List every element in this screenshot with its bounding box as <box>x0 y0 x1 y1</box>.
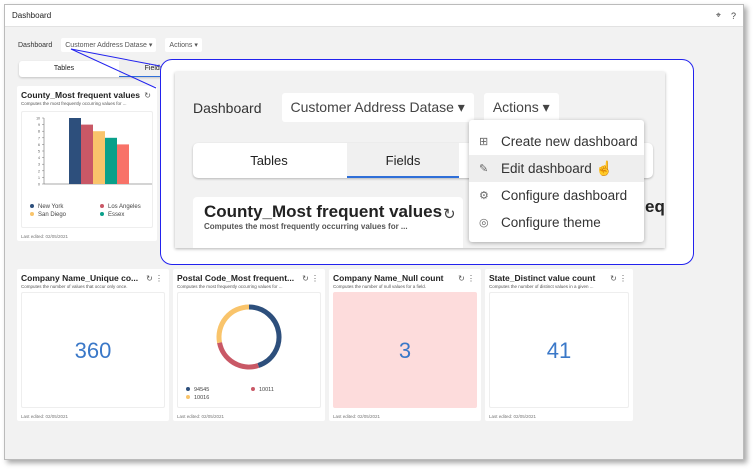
card-title: County_Most frequent values <box>204 202 443 221</box>
tab-fields[interactable]: Fields <box>347 143 459 178</box>
refresh-icon[interactable]: ↻ <box>443 205 456 223</box>
dataset-dropdown[interactable]: Customer Address Datase ▾ <box>281 93 474 122</box>
actions-menu: ⊞ Create new dashboard ✎ Edit dashboard ☝ ⚙… <box>469 120 644 242</box>
menu-item-configure-theme[interactable]: ◎ Configure theme <box>469 209 644 236</box>
hand-cursor-icon: ☝ <box>595 160 614 176</box>
gear-icon: ⚙ <box>479 190 489 202</box>
tab-tables[interactable]: Tables <box>213 143 325 178</box>
edit-icon: ✎ <box>479 163 489 175</box>
zoomed-county-card: County_Most frequent values Computes the… <box>193 197 463 248</box>
plus-square-icon: ⊞ <box>479 136 489 148</box>
menu-item-create-dashboard[interactable]: ⊞ Create new dashboard <box>469 128 644 155</box>
theme-icon: ◎ <box>479 217 489 229</box>
menu-item-edit-dashboard[interactable]: ✎ Edit dashboard ☝ <box>469 155 644 182</box>
dataset-value: Customer Address Datase <box>290 99 454 115</box>
actions-dropdown[interactable]: Actions ▾ <box>483 93 559 122</box>
zoomed-toolbar: Dashboard Customer Address Datase ▾ Acti… <box>193 93 559 122</box>
callout-zoomed-view: Dashboard Customer Address Datase ▾ Acti… <box>175 72 665 248</box>
menu-item-configure-dashboard[interactable]: ⚙ Configure dashboard <box>469 182 644 209</box>
actions-label: Actions <box>492 99 539 115</box>
dashboard-label: Dashboard <box>193 99 262 116</box>
card-desc: Computes the most frequently occurring v… <box>204 222 408 231</box>
partial-card-title: equ <box>645 197 665 216</box>
